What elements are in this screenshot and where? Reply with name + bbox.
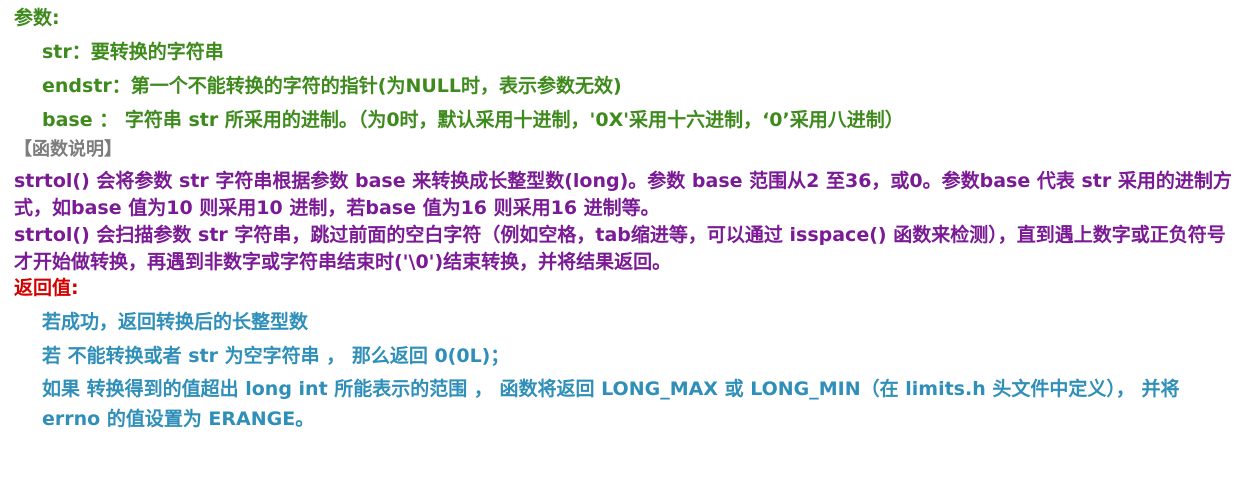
description-paragraph-2: strtol() 会扫描参数 str 字符串，跳过前面的空白字符（例如空格，ta… — [14, 224, 1226, 273]
return-success: 若成功，返回转换后的长整型数 — [42, 311, 309, 333]
params-heading: 参数: — [14, 7, 60, 29]
return-heading: 返回值: — [14, 277, 79, 299]
document: 参数: str：要转换的字符串 endstr：第一个不能转换的字符的指针(为NU… — [0, 0, 1250, 434]
param-base: base ： 字符串 str 所采用的进制。（为0时，默认采用十进制，'0X'采… — [42, 109, 904, 131]
param-str: str：要转换的字符串 — [42, 41, 224, 63]
description-paragraph-1: strtol() 会将参数 str 字符串根据参数 base 来转换成长整型数(… — [14, 170, 1232, 219]
description-heading: 【函数说明】 — [14, 139, 122, 160]
return-overflow: 如果 转换得到的值超出 long int 所能表示的范围 ， 函数将返回 LON… — [42, 378, 1180, 430]
param-endstr: endstr：第一个不能转换的字符的指针(为NULL时，表示参数无效) — [42, 75, 622, 97]
return-empty: 若 不能转换或者 str 为空字符串 ， 那么返回 0(0L)； — [42, 345, 510, 367]
